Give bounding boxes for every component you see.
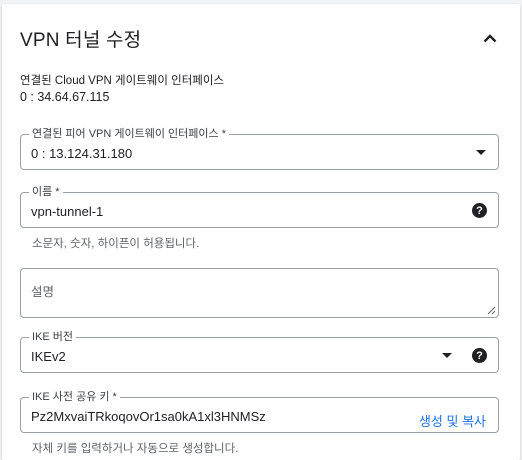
description-placeholder: 설명 [31, 285, 55, 299]
vpn-tunnel-edit-panel: VPN 터널 수정 연결된 Cloud VPN 게이트웨이 인터페이스 0 : … [2, 4, 520, 460]
ike-key-hint: 자체 키를 입력하거나 자동으로 생성합니다. [32, 443, 239, 455]
name-label: 이름 * [29, 185, 63, 199]
collapse-button[interactable] [478, 26, 502, 50]
resize-handle-icon[interactable] [487, 306, 496, 315]
cloud-gateway-value: 0 : 34.64.67.115 [20, 90, 110, 104]
ike-version-value: IKEv2 [31, 349, 66, 364]
generate-copy-button[interactable]: 생성 및 복사 [419, 411, 486, 430]
help-icon[interactable]: ? [472, 348, 487, 363]
ike-version-label: IKE 버전 [29, 330, 77, 344]
name-hint: 소문자, 숫자, 하이픈이 허용됩니다. [32, 238, 200, 250]
ike-key-value: Pz2MxvaiTRkoqovOr1sa0kA1xl3HNMSz [31, 409, 266, 424]
chevron-up-icon [483, 33, 497, 42]
cloud-gateway-label: 연결된 Cloud VPN 게이트웨이 인터페이스 [20, 75, 225, 87]
help-icon[interactable]: ? [472, 203, 487, 218]
description-textarea[interactable]: 설명 [20, 268, 499, 318]
peer-gateway-select[interactable]: 연결된 피어 VPN 게이트웨이 인터페이스 * 0 : 13.124.31.1… [20, 127, 499, 170]
panel-title: VPN 터널 수정 [20, 30, 142, 51]
ike-key-input[interactable]: IKE 사전 공유 키 * Pz2MxvaiTRkoqovOr1sa0kA1xl… [20, 390, 499, 433]
peer-gateway-label: 연결된 피어 VPN 게이트웨이 인터페이스 * [29, 127, 229, 141]
name-input[interactable]: 이름 * vpn-tunnel-1 ? [20, 185, 499, 228]
dropdown-arrow-icon [476, 150, 486, 155]
peer-gateway-value: 0 : 13.124.31.180 [31, 146, 133, 161]
name-value: vpn-tunnel-1 [31, 204, 104, 219]
ike-version-select[interactable]: IKE 버전 IKEv2 ? [20, 330, 499, 373]
ike-key-label: IKE 사전 공유 키 * [29, 390, 120, 404]
dropdown-arrow-icon [442, 353, 452, 358]
